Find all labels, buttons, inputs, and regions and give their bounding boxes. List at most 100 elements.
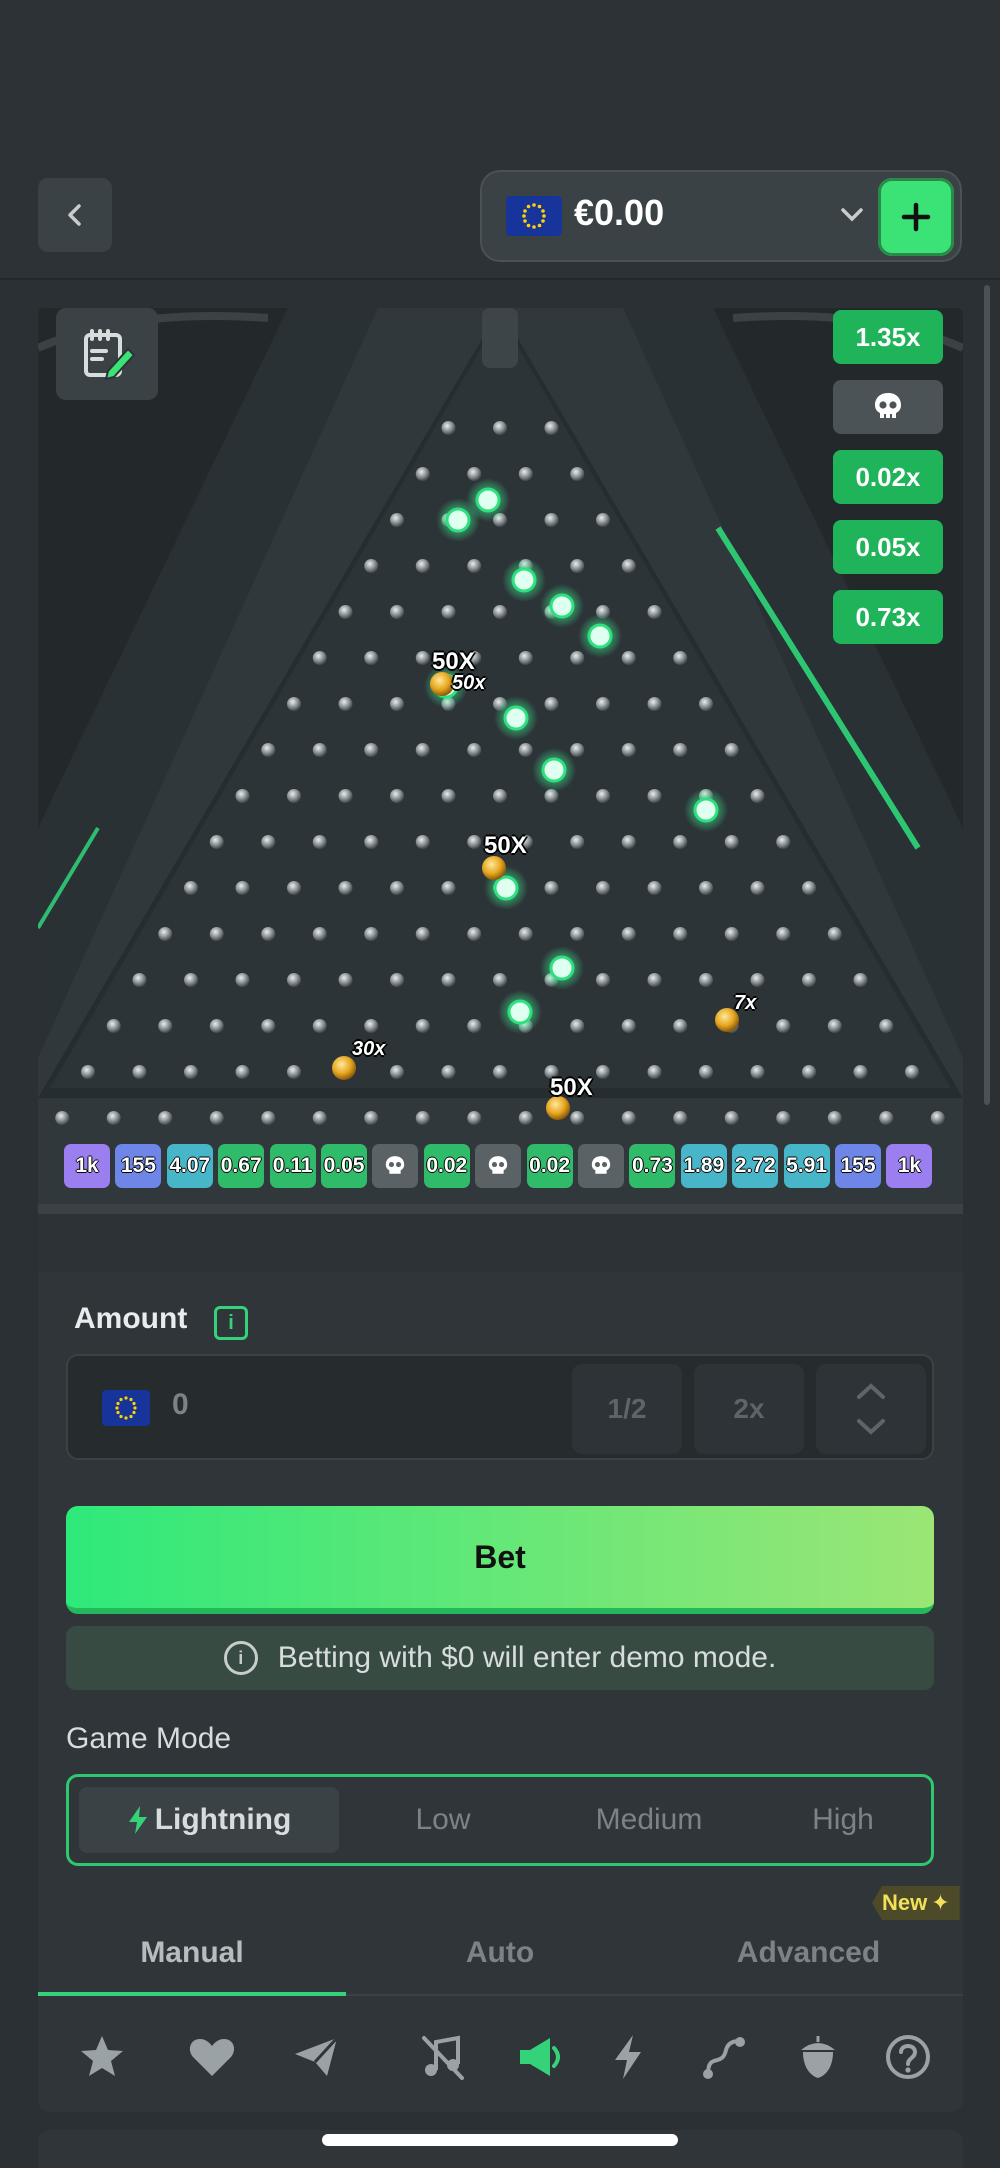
history-item-skull <box>833 380 943 434</box>
peg <box>621 651 636 665</box>
half-amount-button[interactable]: 1/2 <box>572 1364 682 1454</box>
peg <box>570 651 585 665</box>
peg <box>467 927 482 941</box>
peg <box>364 1111 379 1125</box>
bet-button[interactable]: Bet <box>66 1506 934 1614</box>
tab-advanced[interactable]: Advanced <box>654 1910 963 1996</box>
peg <box>312 743 327 757</box>
peg <box>390 881 404 895</box>
peg <box>621 927 636 941</box>
balance-amount: €0.00 <box>574 192 665 233</box>
turbo-toggle[interactable] <box>593 2022 663 2092</box>
like-button[interactable] <box>177 2022 247 2092</box>
history-item: 0.73x <box>833 590 943 644</box>
peg <box>467 743 482 757</box>
peg <box>364 651 379 665</box>
peg <box>776 835 791 849</box>
peg <box>596 789 610 803</box>
peg <box>724 1111 739 1125</box>
peg <box>699 697 713 711</box>
peg <box>467 467 482 481</box>
multiplier-slot: 155 <box>115 1144 162 1188</box>
mode-option-label: Lightning <box>154 1803 292 1836</box>
skull-icon <box>386 1156 405 1174</box>
peg <box>184 881 198 895</box>
rewards-button[interactable] <box>783 2022 853 2092</box>
peg <box>467 1111 482 1125</box>
tab-auto[interactable]: Auto <box>346 1910 654 1996</box>
route-icon <box>703 2037 745 2079</box>
mode-option-medium[interactable]: Medium <box>539 1787 759 1853</box>
heart-icon <box>189 2039 235 2076</box>
acorn-icon <box>801 2036 835 2078</box>
peg <box>441 1065 456 1079</box>
home-indicator[interactable] <box>322 2134 678 2146</box>
peg <box>441 605 456 619</box>
history-item: 1.35x <box>833 310 943 364</box>
slot-label: 1k <box>897 1154 922 1177</box>
peg <box>518 1111 533 1125</box>
ball-multiplier-label: 50X <box>484 832 527 859</box>
peg <box>518 651 533 665</box>
peg <box>776 1019 791 1033</box>
peg <box>415 743 430 757</box>
peg <box>364 743 379 757</box>
peg <box>570 1111 585 1125</box>
multiplier-slot-skull <box>475 1144 522 1188</box>
info-icon[interactable]: i <box>214 1306 248 1340</box>
star-icon <box>81 2036 123 2076</box>
peg <box>570 467 585 481</box>
peg <box>415 559 430 573</box>
peg <box>853 1065 868 1079</box>
peg <box>441 973 456 987</box>
peg <box>235 881 250 895</box>
amount-input[interactable]: 0 <box>172 1388 189 1422</box>
scrollbar[interactable] <box>984 285 990 1105</box>
new-badge: New ✦ <box>872 1886 960 1920</box>
share-button[interactable] <box>281 2022 351 2092</box>
peg <box>235 973 250 987</box>
peg <box>776 927 791 941</box>
mode-option-low[interactable]: Low <box>353 1787 533 1853</box>
peg <box>570 743 585 757</box>
provably-fair-button[interactable] <box>688 2022 758 2092</box>
slot-label: 155 <box>840 1154 876 1177</box>
favorite-button[interactable] <box>67 2022 137 2092</box>
bet-tabs: Manual Auto Advanced <box>38 1910 963 1996</box>
amount-stepper[interactable] <box>816 1364 926 1454</box>
help-icon <box>886 2035 930 2079</box>
ball-multiplier-label: 50x <box>452 672 486 694</box>
notes-button[interactable] <box>56 308 158 400</box>
help-button[interactable] <box>873 2022 943 2092</box>
peg <box>467 1019 482 1033</box>
multiplier-slot: 0.02 <box>423 1144 470 1188</box>
peg <box>673 651 688 665</box>
add-funds-button[interactable] <box>878 178 954 256</box>
amount-field[interactable]: 0 1/2 2x <box>66 1354 934 1460</box>
peg <box>158 927 173 941</box>
mode-option-lightning[interactable]: Lightning <box>79 1787 339 1853</box>
peg <box>621 1019 636 1033</box>
tab-manual[interactable]: Manual <box>38 1910 346 1996</box>
multiplier-slot: 2.72 <box>732 1144 779 1188</box>
peg <box>802 1065 816 1079</box>
notepad-edit-icon <box>84 329 136 381</box>
double-amount-button[interactable]: 2x <box>694 1364 804 1454</box>
peg <box>544 513 559 527</box>
multiplier-slot: 0.73 <box>629 1144 676 1188</box>
peg <box>776 1111 791 1125</box>
back-button[interactable] <box>38 178 112 252</box>
music-toggle[interactable] <box>408 2022 478 2092</box>
tab-active-indicator <box>38 1992 346 1996</box>
lightning-icon <box>128 1806 147 1834</box>
peg <box>364 1019 379 1033</box>
sound-toggle[interactable] <box>504 2022 574 2092</box>
multiplier-slot: 4.07 <box>166 1144 213 1188</box>
plinko-ball <box>549 955 575 981</box>
mode-option-high[interactable]: High <box>759 1787 927 1853</box>
slot-label: 0.11 <box>272 1154 313 1177</box>
peg <box>312 651 327 665</box>
peg <box>441 789 456 803</box>
peg <box>493 973 507 987</box>
wallet-selector[interactable]: €0.00 <box>480 170 962 262</box>
